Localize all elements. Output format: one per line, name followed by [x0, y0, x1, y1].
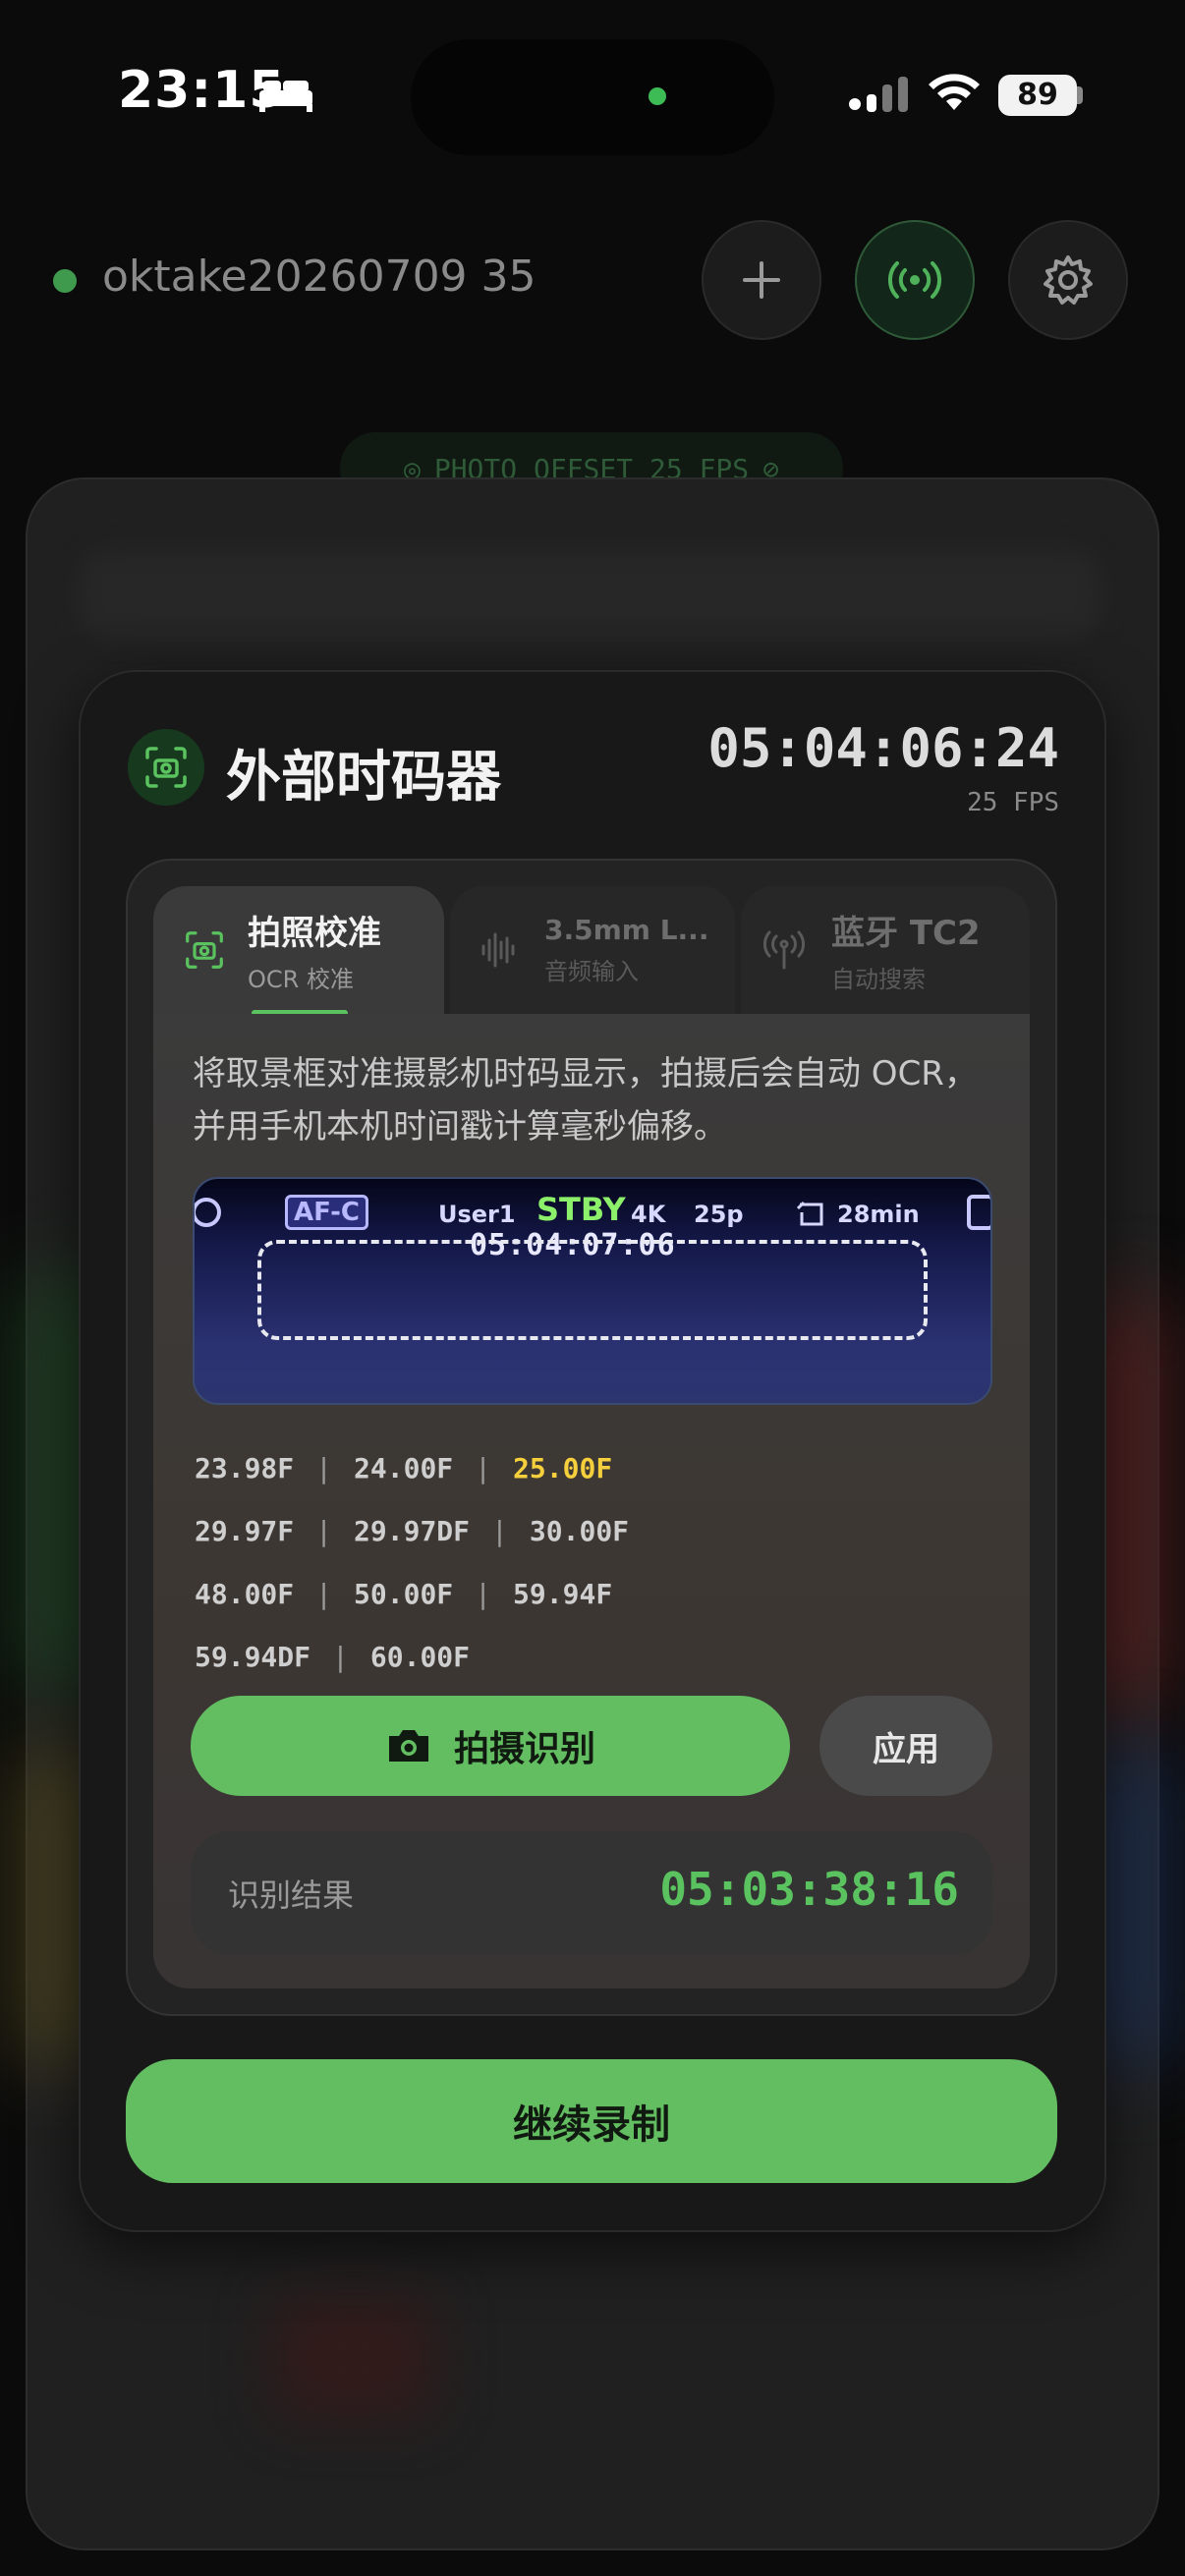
- tab-sub: OCR 校准: [248, 966, 354, 993]
- tab-label: 3.5mm L...: [544, 914, 709, 946]
- card-timecode: 05:04:06:24: [707, 717, 1059, 779]
- media-icon: [796, 1201, 823, 1226]
- dynamic-island: [411, 39, 774, 155]
- battery-osd-icon: [967, 1195, 990, 1230]
- capture-recognize-button[interactable]: 拍摄识别: [191, 1696, 790, 1796]
- tab-label: 蓝牙 TC2: [831, 914, 981, 953]
- fps-option-23.98[interactable]: 23.98F: [195, 1452, 294, 1484]
- capture-label: 拍摄识别: [453, 1729, 595, 1769]
- gear-icon: [1044, 255, 1093, 305]
- tab-sub: 音频输入: [544, 958, 639, 985]
- instruction-text: 将取景框对准摄影机时码显示，拍摄后会自动 OCR，并用手机本机时间戳计算毫秒偏移…: [193, 1054, 978, 1147]
- fps-row: 59.94DF | 60.00F: [195, 1625, 1020, 1688]
- broadcast-button[interactable]: [855, 220, 975, 340]
- tab-sub: 自动搜索: [831, 966, 926, 993]
- result-label: 识别结果: [228, 1876, 355, 1914]
- fps-option-29.97[interactable]: 29.97F: [195, 1515, 294, 1547]
- tab-label: 拍照校准: [248, 914, 381, 953]
- result-timecode: 05:03:38:16: [659, 1863, 959, 1916]
- fps-separator: |: [475, 1451, 492, 1484]
- stabilizer-icon: [195, 1198, 221, 1227]
- camera-scan-icon: [186, 931, 223, 969]
- fps-row: 48.00F | 50.00F | 59.94F: [195, 1562, 1020, 1625]
- fps-row: 29.97F | 29.97DF | 30.00F: [195, 1499, 1020, 1562]
- camera-icon: [388, 1730, 428, 1762]
- fps-separator: |: [491, 1514, 508, 1547]
- session-status-dot: [53, 269, 77, 293]
- tab-photo-calibration[interactable]: 拍照校准 OCR 校准: [153, 886, 444, 1014]
- add-button[interactable]: [702, 220, 821, 340]
- ocr-target-frame: [257, 1240, 928, 1340]
- fps-option-24[interactable]: 24.00F: [354, 1452, 453, 1484]
- camera-scan-icon: [128, 729, 204, 806]
- osd-af-mode: AF-C: [285, 1195, 368, 1230]
- osd-resolution: 4K: [631, 1201, 666, 1228]
- fps-option-25[interactable]: 25.00F: [513, 1452, 612, 1484]
- fps-option-60[interactable]: 60.00F: [370, 1641, 470, 1673]
- sleep-focus-icon: [257, 77, 314, 118]
- fps-option-48[interactable]: 48.00F: [195, 1578, 294, 1610]
- card-fps: 25 FPS: [967, 788, 1059, 817]
- fps-option-59.94[interactable]: 59.94F: [513, 1578, 612, 1610]
- continue-recording-button[interactable]: 继续录制: [126, 2059, 1057, 2183]
- fps-option-59.94df[interactable]: 59.94DF: [195, 1641, 310, 1673]
- tab-audio-input[interactable]: 3.5mm L... 音频输入: [450, 886, 735, 1014]
- osd-remaining-time: 28min: [837, 1201, 920, 1228]
- wifi-icon: [928, 71, 981, 116]
- fps-option-29.97df[interactable]: 29.97DF: [354, 1515, 470, 1547]
- osd-frame-rate: 25p: [694, 1201, 744, 1228]
- background-glow: [275, 2299, 432, 2417]
- battery-level: 89: [998, 75, 1077, 116]
- camera-indicator-dot: [649, 87, 666, 105]
- cellular-signal-icon: [847, 75, 910, 118]
- battery-cap: [1077, 86, 1083, 104]
- fps-option-30[interactable]: 30.00F: [530, 1515, 629, 1547]
- tab-bluetooth-tc[interactable]: 蓝牙 TC2 自动搜索: [741, 886, 1030, 1014]
- broadcast-icon: [887, 261, 942, 299]
- fps-separator: |: [315, 1577, 333, 1610]
- fps-separator: |: [475, 1577, 492, 1610]
- source-tabs: 拍照校准 OCR 校准 3.5mm L... 音频输入 蓝牙 TC2 自动搜索: [153, 886, 1030, 1014]
- osd-standby: STBY: [536, 1191, 626, 1228]
- fps-separator: |: [315, 1514, 333, 1547]
- apply-button[interactable]: 应用: [819, 1696, 992, 1796]
- waveform-icon: [481, 932, 515, 968]
- osd-user: User1: [438, 1201, 516, 1228]
- session-name[interactable]: oktake20260709 35: [102, 252, 536, 302]
- antenna-icon: [762, 930, 806, 970]
- fps-separator: |: [315, 1451, 333, 1484]
- fps-selector: 23.98F | 24.00F | 25.00F 29.97F | 29.97D…: [195, 1436, 1020, 1688]
- blurred-background-row: [79, 550, 1100, 639]
- fps-row: 23.98F | 24.00F | 25.00F: [195, 1436, 1020, 1499]
- fps-option-50[interactable]: 50.00F: [354, 1578, 453, 1610]
- fps-separator: |: [332, 1640, 349, 1673]
- card-title: 外部时码器: [226, 746, 501, 810]
- plus-icon: [743, 261, 780, 299]
- settings-button[interactable]: [1008, 220, 1128, 340]
